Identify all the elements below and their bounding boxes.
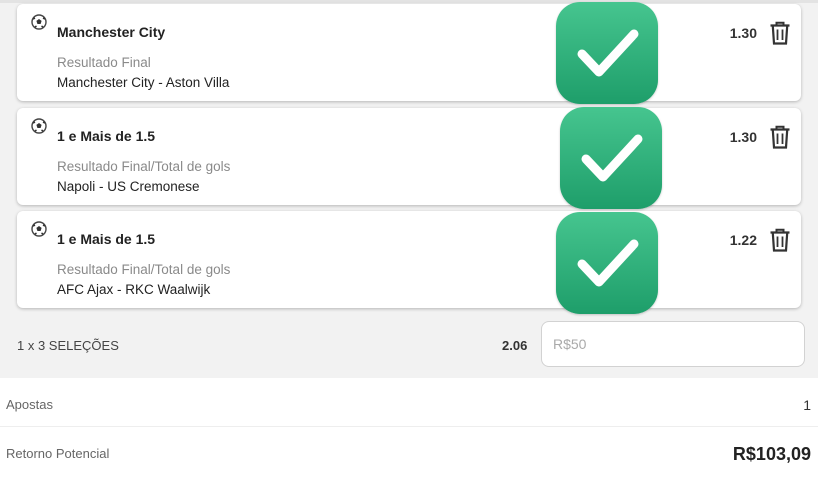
trash-icon[interactable] [769,125,791,149]
trash-icon[interactable] [769,228,791,252]
selection-match: Napoli - US Cremonese [57,179,200,194]
selection-title: 1 e Mais de 1.5 [57,128,156,144]
stake-input[interactable] [541,321,805,367]
selection-title: Manchester City [57,24,166,40]
selection-title: 1 e Mais de 1.5 [57,231,156,247]
check-mark-icon [556,2,658,104]
selection-match: AFC Ajax - RKC Waalwijk [57,282,211,297]
bet-summary: 1 x 3 SELEÇÕES 2.06 [0,318,818,378]
selections-count: 1 x 3 SELEÇÕES [17,338,119,353]
bets-label: Apostas [6,397,53,412]
selection-odd: 1.30 [729,129,757,145]
selection-market: Resultado Final [57,55,151,70]
bet-selection-card: 1 e Mais de 1.5 Resultado Final/Total de… [17,211,801,308]
bet-selection-card: Manchester City Resultado Final Manchest… [17,4,801,101]
top-divider [0,0,818,3]
bet-details-panel: Apostas 1 Retorno Potencial R$103,09 [0,378,818,480]
total-odd: 2.06 [502,338,528,353]
potential-return-label: Retorno Potencial [6,446,110,461]
selection-market: Resultado Final/Total de gols [57,159,231,174]
selection-odd: 1.30 [729,25,757,41]
trash-icon[interactable] [769,21,791,45]
potential-return-row: Retorno Potencial R$103,09 [0,427,818,475]
selection-match: Manchester City - Aston Villa [57,75,230,90]
check-mark-icon [556,212,658,314]
soccer-ball-icon [31,221,47,237]
soccer-ball-icon [31,14,47,30]
selection-market: Resultado Final/Total de gols [57,262,231,277]
soccer-ball-icon [31,118,47,134]
check-mark-icon [560,107,662,209]
potential-return-value: R$103,09 [732,444,811,464]
bets-row: Apostas 1 [0,378,818,427]
bet-selection-card: 1 e Mais de 1.5 Resultado Final/Total de… [17,108,801,205]
selection-odd: 1.22 [729,232,757,248]
bets-value: 1 [803,397,811,413]
